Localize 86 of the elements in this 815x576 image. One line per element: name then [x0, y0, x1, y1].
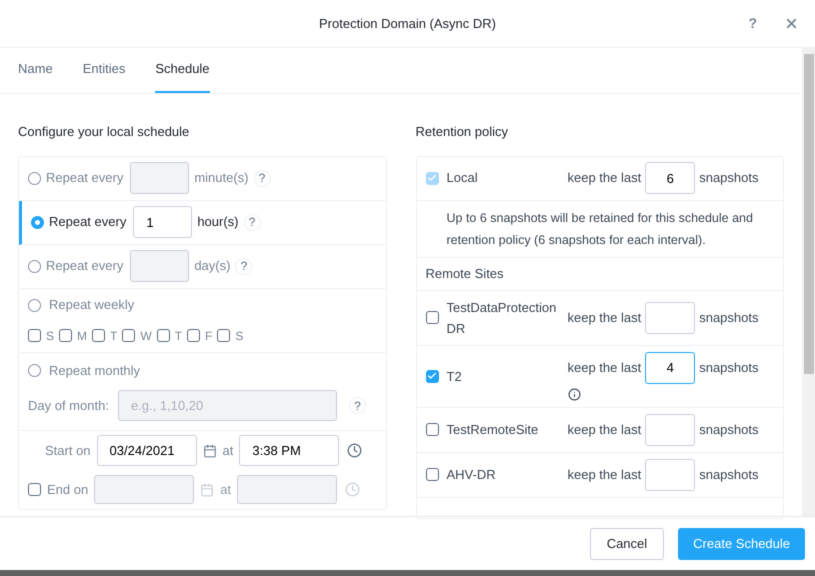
keep-label: keep the last	[568, 308, 642, 327]
day-label: S	[46, 328, 54, 345]
calendar-icon[interactable]	[200, 482, 214, 496]
day-label: M	[77, 328, 88, 345]
unit-label: minute(s)	[194, 169, 249, 188]
checkbox[interactable]	[156, 329, 170, 342]
checkbox[interactable]	[426, 370, 438, 382]
input-field[interactable]: 1	[133, 206, 192, 238]
day-label: S	[235, 328, 244, 345]
window-title: Protection Domain (Async DR)	[319, 14, 496, 33]
checkbox[interactable]	[426, 172, 438, 184]
unit-label: day(s)	[194, 257, 230, 276]
site-name: Local	[446, 169, 478, 188]
radio-button[interactable]	[28, 298, 41, 312]
at-label: at	[220, 480, 232, 499]
option-label: Repeat every	[46, 257, 124, 276]
checkbox[interactable]	[426, 468, 438, 481]
keep-label: keep the last	[568, 169, 642, 188]
calendar-icon[interactable]	[202, 444, 217, 458]
day-label: W	[140, 328, 152, 345]
unit-label: snapshots	[699, 358, 758, 377]
radio-button[interactable]	[28, 172, 41, 184]
cancel-button[interactable]: Cancel	[590, 528, 664, 560]
day-label: T	[110, 328, 118, 345]
scrollbar[interactable]	[802, 48, 815, 516]
input-field[interactable]: 4	[645, 352, 696, 384]
checkbox[interactable]	[28, 329, 41, 342]
option-label: Repeat monthly	[49, 362, 140, 380]
site-name: AHV-DR	[446, 466, 497, 484]
input-field[interactable]	[645, 458, 696, 490]
option-label: Repeat weekly	[49, 296, 134, 314]
checkbox[interactable]	[28, 483, 41, 496]
time-field[interactable]: 3:38 PM	[239, 435, 340, 466]
close-icon[interactable]	[784, 16, 799, 31]
clock-icon[interactable]	[347, 443, 362, 458]
keep-label: keep the last	[568, 420, 642, 439]
section-heading: Retention policy	[416, 123, 509, 141]
day-label: T	[174, 328, 182, 345]
unit-label: snapshots	[699, 466, 758, 484]
unit-label: snapshots	[699, 308, 758, 327]
checkbox[interactable]	[426, 423, 438, 436]
start-label: Start on	[45, 442, 91, 460]
scrollbar-thumb[interactable]	[804, 54, 814, 374]
help-badge[interactable]: ?	[235, 258, 252, 274]
help-badge[interactable]: ?	[348, 397, 366, 414]
radio-button[interactable]	[28, 364, 41, 377]
help-button[interactable]: ?	[748, 13, 757, 34]
tab[interactable]: Name	[18, 47, 53, 93]
checkbox[interactable]	[59, 329, 72, 342]
at-label: at	[222, 442, 234, 460]
site-name: T2	[446, 368, 463, 386]
subheading: Remote Sites	[426, 264, 504, 283]
retention-note: Up to 6 snapshots will be retained for this schedule and retention policy (6 snapshots for each interval).	[446, 210, 753, 249]
site-name: TestDataProtection DR	[446, 298, 558, 338]
unit-label: snapshots	[699, 169, 758, 188]
keep-label: keep the last	[568, 466, 642, 484]
checkbox[interactable]	[426, 311, 438, 324]
input-field[interactable]: e.g., 1,10,20	[118, 390, 337, 422]
input-field[interactable]: 6	[645, 162, 696, 194]
radio-button[interactable]	[28, 260, 41, 272]
input-field[interactable]	[130, 250, 190, 282]
field-label: Day of month:	[28, 397, 109, 415]
input-field[interactable]	[645, 302, 696, 334]
checkbox[interactable]	[217, 329, 230, 342]
input-field[interactable]	[130, 162, 190, 194]
end-label: End on	[47, 480, 88, 499]
date-field[interactable]	[94, 475, 194, 504]
tab[interactable]: Entities	[82, 47, 126, 93]
option-label: Repeat every	[49, 213, 126, 232]
option-label: Repeat every	[46, 169, 124, 188]
input-field[interactable]	[645, 414, 696, 446]
unit-label: snapshots	[699, 420, 758, 439]
radio-button[interactable]	[31, 216, 44, 228]
checkbox[interactable]	[187, 329, 200, 342]
help-badge[interactable]: ?	[244, 214, 261, 230]
site-name: TestRemoteSite	[446, 421, 540, 439]
checkbox[interactable]	[122, 329, 136, 342]
unit-label: hour(s)	[197, 213, 239, 232]
checkbox[interactable]	[92, 329, 106, 342]
tab[interactable]: Schedule	[155, 47, 210, 93]
date-field[interactable]: 03/24/2021	[96, 435, 197, 466]
time-field[interactable]	[237, 475, 338, 504]
section-heading: Configure your local schedule	[18, 123, 190, 141]
help-badge[interactable]: ?	[254, 170, 271, 186]
day-label: F	[205, 328, 212, 345]
keep-label: keep the last	[568, 358, 642, 377]
